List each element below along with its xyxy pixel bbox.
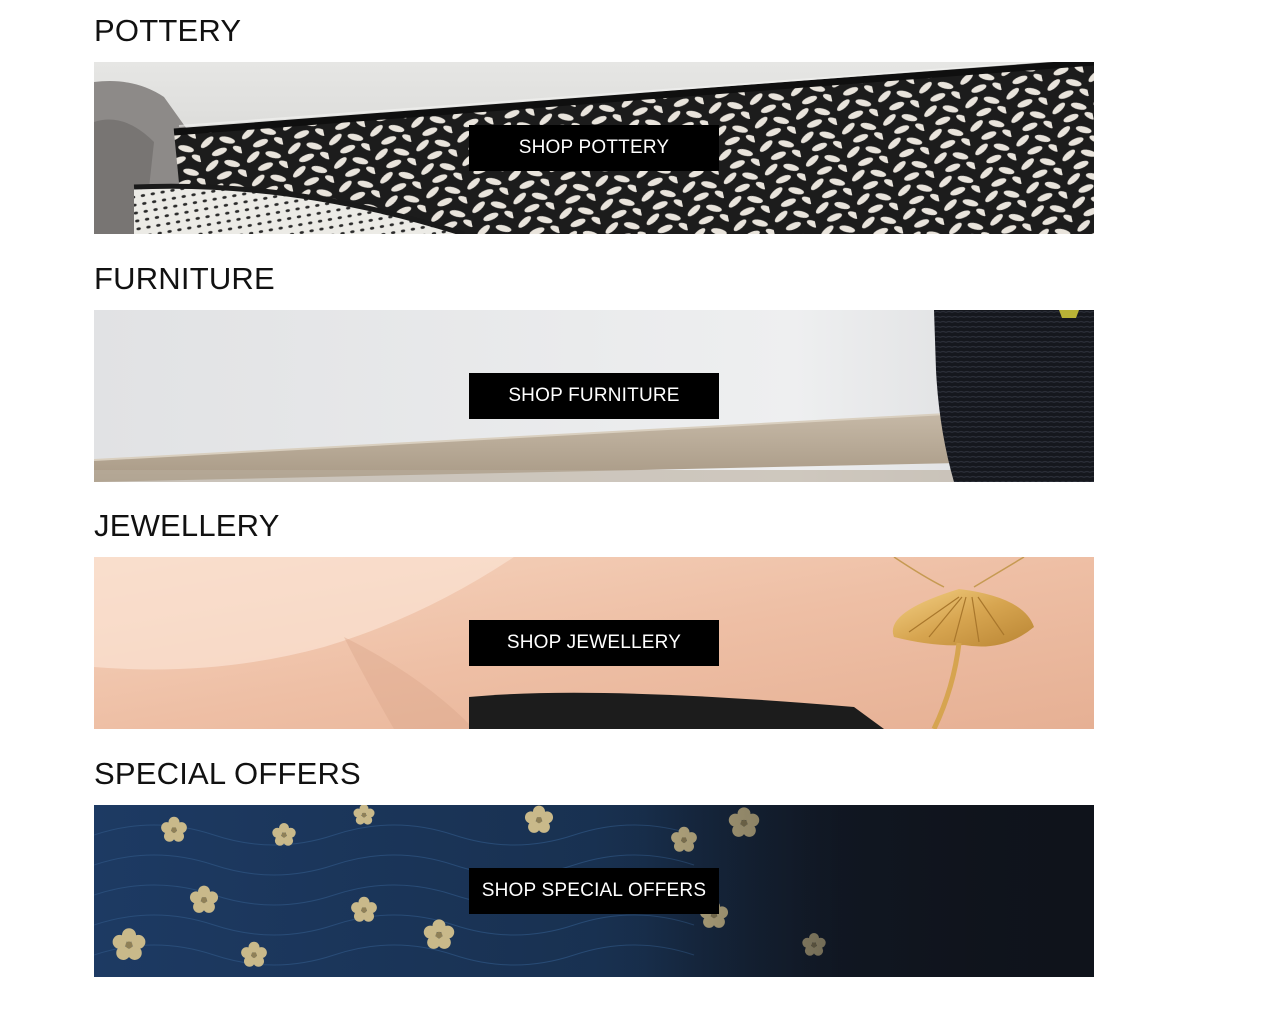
shop-furniture-button[interactable]: SHOP FURNITURE [469,373,719,419]
section-pottery: POTTERY SHOP POTTERY [94,14,1094,234]
special-offers-banner[interactable]: SHOP SPECIAL OFFERS [94,805,1094,977]
furniture-banner[interactable]: SHOP FURNITURE [94,310,1094,482]
section-title-special-offers: SPECIAL OFFERS [94,756,361,791]
section-title-furniture: FURNITURE [94,261,275,296]
shop-jewellery-button[interactable]: SHOP JEWELLERY [469,620,719,666]
shop-pottery-button[interactable]: SHOP POTTERY [469,125,719,171]
pottery-banner[interactable]: SHOP POTTERY [94,62,1094,234]
section-jewellery: JEWELLERY SHOP JEWELLERY [94,509,1094,729]
section-title-jewellery: JEWELLERY [94,508,280,543]
section-title-pottery: POTTERY [94,13,242,48]
shop-special-offers-button[interactable]: SHOP SPECIAL OFFERS [469,868,719,914]
section-furniture: FURNITURE SHOP FURNITURE [94,262,1094,482]
jewellery-banner[interactable]: SHOP JEWELLERY [94,557,1094,729]
section-special-offers: SPECIAL OFFERS SHOP SPECIAL OFFERS [94,757,1094,977]
